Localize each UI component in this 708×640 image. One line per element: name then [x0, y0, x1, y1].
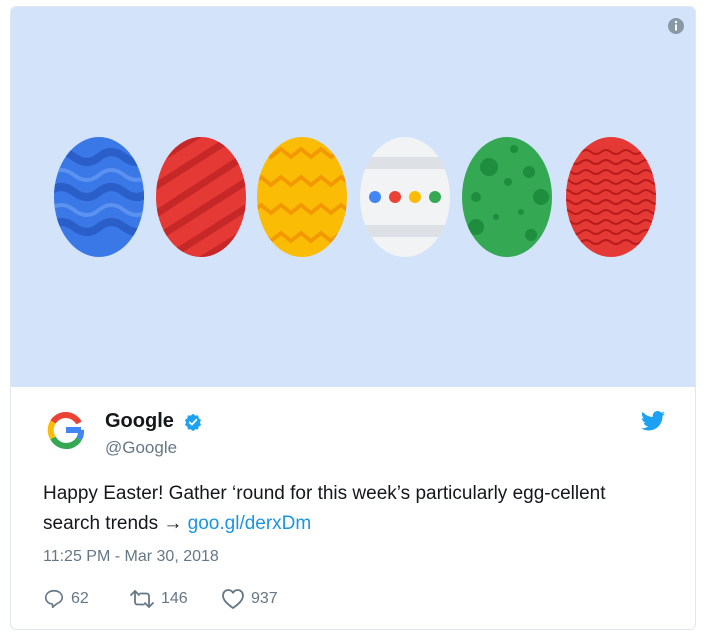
reply-count: 62: [71, 590, 89, 607]
tweet-body-text: Happy Easter! Gather ‘round for this wee…: [43, 483, 606, 534]
author-handle[interactable]: @Google: [105, 438, 202, 458]
info-icon[interactable]: [667, 17, 685, 35]
reply-icon: [44, 589, 64, 609]
green-spotted-egg: [462, 137, 552, 257]
twitter-bird-icon[interactable]: [641, 410, 665, 432]
red-wavy-egg: [566, 137, 656, 257]
tweet-author[interactable]: Google @Google: [43, 407, 543, 457]
author-display-name[interactable]: Google: [105, 410, 174, 433]
tweet-text: Happy Easter! Gather ‘round for this wee…: [43, 479, 663, 539]
yellow-zigzag-egg: [257, 137, 347, 257]
white-google-dots-egg: [360, 137, 450, 257]
tweet-media-image[interactable]: [11, 7, 695, 387]
tweet-link[interactable]: goo.gl/derxDm: [188, 513, 312, 534]
tweet-card[interactable]: Google @Google Happy Easter! Gather ‘rou…: [10, 6, 696, 630]
retweet-count: 146: [161, 590, 188, 607]
red-striped-egg: [156, 137, 246, 257]
reply-button[interactable]: 62: [43, 587, 89, 611]
retweet-button[interactable]: 146: [129, 587, 188, 611]
easter-eggs-illustration: [54, 137, 656, 257]
retweet-icon: [130, 590, 154, 608]
google-logo-avatar[interactable]: [43, 407, 89, 453]
verified-badge-icon: [185, 413, 202, 431]
like-button[interactable]: 937: [221, 587, 278, 611]
heart-icon: [222, 589, 244, 609]
tweet-timestamp[interactable]: 11:25 PM - Mar 30, 2018: [43, 548, 219, 566]
like-count: 937: [251, 590, 278, 607]
blue-wave-egg: [54, 137, 144, 257]
